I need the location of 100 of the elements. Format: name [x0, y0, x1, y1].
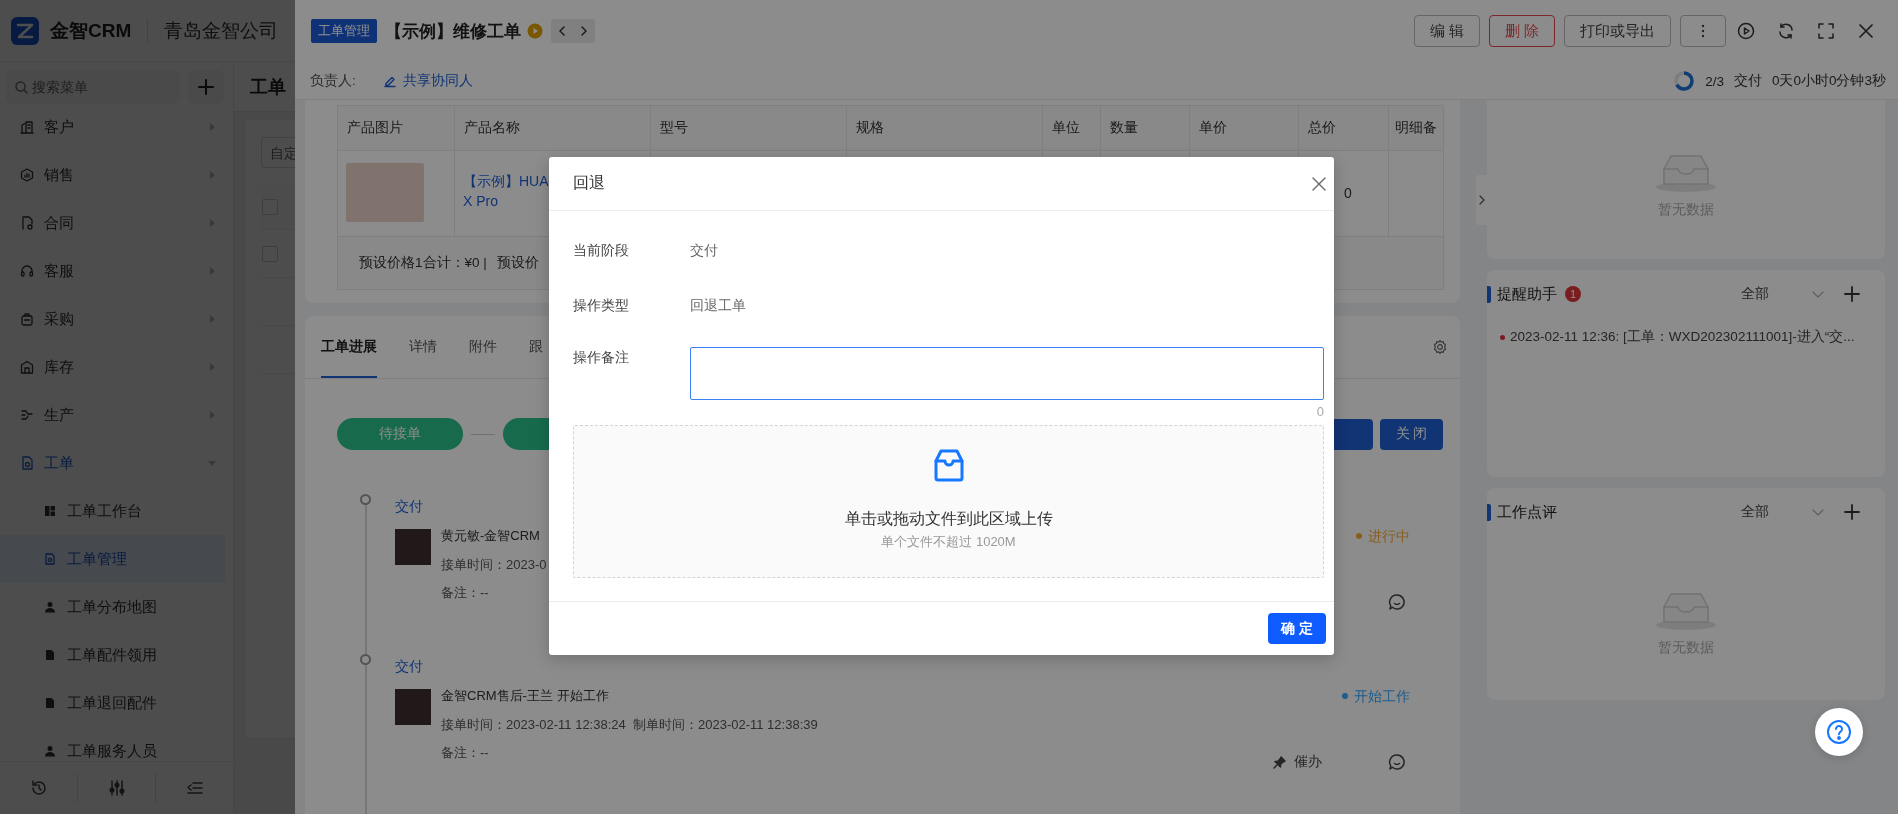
column-header: 规格: [847, 106, 1043, 151]
logo-icon: [11, 16, 39, 45]
settings-button[interactable]: [1432, 339, 1448, 355]
grid-icon: [44, 505, 56, 517]
summary-text: 预设价格1合计：¥0 |: [359, 254, 487, 272]
column-header: 产品图片: [338, 106, 455, 151]
close-order-button[interactable]: 关 闭: [1380, 418, 1443, 450]
table-cell: 0: [1344, 185, 1352, 201]
record-title: 【示例】维修工单: [385, 20, 521, 43]
play-button[interactable]: [1735, 20, 1757, 42]
owner-label: 负责人:: [310, 72, 356, 90]
person-icon: [44, 601, 56, 613]
column-header: 型号: [651, 106, 847, 151]
stage-link[interactable]: 交付: [395, 655, 423, 677]
warehouse-icon: [20, 360, 34, 374]
file-icon: [44, 649, 56, 661]
fullscreen-button[interactable]: [1815, 20, 1837, 42]
submenu-item[interactable]: 工单工作台: [0, 487, 225, 535]
comment-button[interactable]: [1388, 753, 1406, 771]
tab[interactable]: 工单进展: [321, 316, 377, 378]
submenu-item[interactable]: 工单退回配件: [0, 679, 225, 727]
bag-icon: [20, 312, 34, 326]
play-circle-icon: [1737, 22, 1755, 40]
tab[interactable]: 详情: [409, 316, 437, 378]
menu-item[interactable]: 客户: [0, 103, 225, 151]
menu-item[interactable]: 生产: [0, 391, 225, 439]
filter-select[interactable]: 全部: [1741, 285, 1824, 303]
stage-pill: 待接单: [337, 418, 463, 450]
avatar: [395, 529, 431, 565]
plus-icon: [1844, 286, 1860, 302]
flow-icon: [20, 408, 34, 422]
column-header: 产品名称: [455, 106, 651, 151]
action-button[interactable]: 打印或导出: [1564, 15, 1671, 47]
tab[interactable]: 附件: [469, 316, 497, 378]
panel-title: 工作点评: [1497, 502, 1557, 522]
submenu-item[interactable]: 工单配件领用: [0, 631, 225, 679]
urge-button[interactable]: 催办: [1273, 753, 1322, 771]
char-counter: 0: [1316, 404, 1324, 420]
company-name: 青岛金智公司: [164, 18, 279, 43]
submenu-item[interactable]: 工单分布地图: [0, 583, 225, 631]
tab[interactable]: 跟: [529, 316, 543, 378]
close-icon: [1857, 22, 1875, 40]
upload-hint: 单个文件不超过 1020M: [881, 534, 1016, 550]
gear-icon: [1432, 339, 1448, 355]
menu-item[interactable]: 采购: [0, 295, 225, 343]
menu-item[interactable]: 客服: [0, 247, 225, 295]
expand-handle[interactable]: [1476, 175, 1487, 225]
column-header: 总价: [1299, 106, 1389, 151]
field-value: 回退工单: [690, 296, 746, 315]
action-button[interactable]: 编 辑: [1413, 15, 1480, 47]
status-text: 进行中: [1368, 527, 1410, 546]
comment-button[interactable]: [1388, 593, 1406, 611]
elapsed-time: 0天0小时0分钟3秒: [1771, 72, 1886, 90]
add-button[interactable]: [1844, 504, 1860, 520]
sliders-icon: [107, 779, 126, 797]
field-value: 交付: [690, 241, 718, 260]
share-link[interactable]: 共享协同人: [382, 72, 473, 90]
building-icon: [20, 120, 34, 134]
close-button[interactable]: [1311, 175, 1327, 192]
stage-name: 交付: [1733, 72, 1762, 90]
remark-field[interactable]: [690, 347, 1324, 400]
confirm-button[interactable]: 确 定: [1268, 613, 1326, 644]
field-label: 当前阶段: [573, 241, 630, 260]
logo-text: 金智CRM: [50, 18, 132, 43]
time-text: 接单时间：2023-02-11 12:38:24 制单时间：2023-02-11 12:38:39: [441, 715, 818, 734]
panel-title: 提醒助手: [1497, 284, 1557, 304]
field-label: 操作备注: [573, 348, 630, 367]
upload-dropzone[interactable]: 单击或拖动文件到此区域上传 单个文件不超过 1020M: [573, 425, 1324, 578]
plus-icon: [197, 78, 215, 96]
person-icon: [44, 745, 56, 757]
fullscreen-icon: [1817, 22, 1835, 40]
menu-item[interactable]: 销售: [0, 151, 225, 199]
chat-icon: [1388, 753, 1406, 771]
author-text: 黄元敏-金智CRM: [441, 527, 540, 545]
hexagon-icon: [20, 168, 34, 182]
document-icon: [20, 216, 34, 230]
timeline-node: [360, 494, 371, 505]
timeline-node: [360, 654, 371, 665]
summary-text: 预设价: [496, 254, 539, 272]
menu-item[interactable]: 合同: [0, 199, 225, 247]
menu-item[interactable]: 工单: [0, 439, 225, 487]
headset-icon: [20, 264, 34, 278]
chevron-right-icon: [578, 25, 590, 37]
refresh-icon: [1777, 22, 1795, 40]
plus-icon: [1844, 504, 1860, 520]
menu-item[interactable]: 库存: [0, 343, 225, 391]
menu-collapse-icon: [185, 779, 204, 797]
progress-count: 2/3: [1705, 73, 1724, 89]
column-header: 单价: [1190, 106, 1299, 151]
close-icon: [1311, 175, 1327, 192]
chevron-right-icon: [1478, 195, 1485, 205]
pencil-icon: [382, 74, 397, 88]
play-circle-icon: [527, 23, 543, 39]
delete-button[interactable]: 删 除: [1488, 15, 1555, 47]
submenu-item[interactable]: 工单服务人员: [0, 727, 225, 761]
stage-link[interactable]: 交付: [395, 495, 423, 517]
filter-select[interactable]: 全部: [1741, 503, 1824, 521]
reminder-item[interactable]: 2023-02-11 12:36: [工单：WXD202302111001]-进入“交...: [1500, 327, 1885, 347]
add-button[interactable]: [1844, 286, 1860, 302]
help-icon: [1826, 719, 1852, 745]
